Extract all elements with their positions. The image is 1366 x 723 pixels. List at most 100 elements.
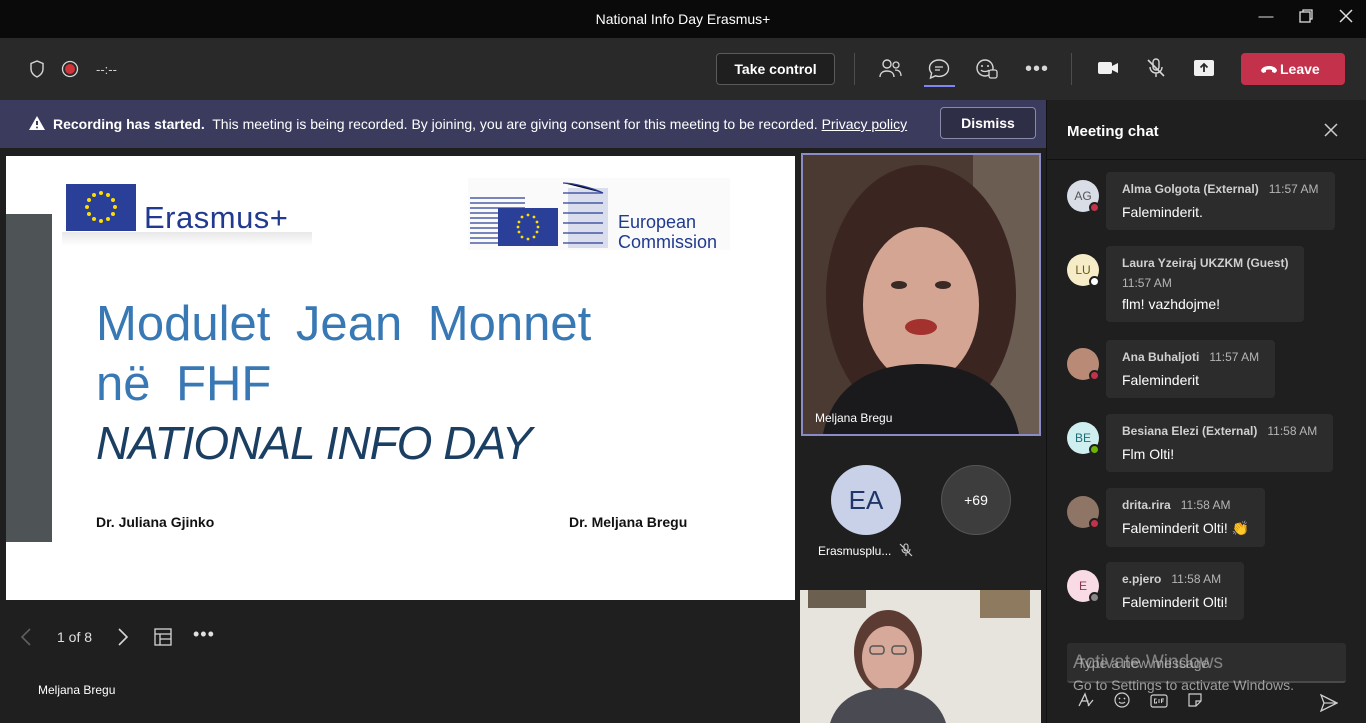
leave-label: Leave [1280,61,1320,77]
participant-mic-muted-icon [899,543,913,562]
close-chat-icon[interactable] [1324,120,1338,143]
meeting-chat-panel: Meeting chat AG Alma Golgota (External) 11… [1046,100,1366,723]
activate-windows-watermark: Activate Windows [1073,652,1223,673]
european-commission-logo: European Commission [468,178,730,252]
ec-text-line2: Commission [618,232,718,252]
participant-avatar[interactable]: EA [831,465,901,535]
participant-video-image-2 [800,590,1041,723]
presence-status-icon [1089,202,1100,213]
shield-icon[interactable] [29,60,45,83]
warning-icon [28,115,46,134]
previous-slide-icon[interactable] [20,628,32,649]
more-participants-button[interactable]: +69 [941,465,1011,535]
chat-header: Meeting chat [1047,100,1366,160]
format-icon[interactable] [1070,692,1102,711]
chat-sender-name: e.pjero [1122,572,1162,586]
participant-avatar-name: Erasmusplu... [818,544,892,558]
slide-navigation: 1 of 8 ••• [0,618,800,658]
slide-title-line3: NATIONAL INFO DAY [96,417,532,469]
window-title: National Info Day Erasmus+ [595,11,771,27]
participants-icon[interactable] [879,58,903,85]
gif-icon[interactable] [1143,694,1175,711]
presenter-name: Meljana Bregu [38,683,116,697]
chat-timestamp: 11:57 AM [1122,276,1172,290]
chat-message-text: flm! vazhdojme! [1122,296,1221,312]
chat-bubble: drita.rira 11:58 AM Faleminderit Olti! 👏 [1106,488,1266,547]
close-window-icon[interactable] [1335,8,1357,30]
chat-timestamp: 11:57 AM [1209,350,1260,364]
chat-bubble: Ana Buhaljoti 11:57 AM Faleminderit [1106,340,1276,398]
mic-muted-icon[interactable] [1145,57,1167,84]
privacy-policy-link[interactable]: Privacy policy [822,116,908,132]
chat-bubble: Laura Yzeiraj UKZKM (Guest) 11:57 AM flm! … [1106,246,1305,322]
participant-video-name: Meljana Bregu [815,411,893,425]
camera-icon[interactable] [1097,60,1119,81]
chat-timestamp: 11:57 AM [1268,182,1319,196]
toolbar-divider [1071,53,1072,85]
chat-message-header: Alma Golgota (External) 11:57 AM [1122,180,1319,198]
chat-bubble: Besiana Elezi (External) 11:58 AM Flm Olti… [1106,414,1334,472]
eu-flag-logo [66,184,136,231]
chat-message-text: Flm Olti! [1122,446,1175,462]
slide-title-line2: në FHF [96,357,272,411]
participant-video-tile[interactable]: Meljana Bregu [801,153,1041,436]
chat-message-header: e.pjero 11:58 AM [1122,570,1228,588]
recording-icon [61,60,79,83]
presence-status-icon [1089,276,1100,287]
chat-icon[interactable] [927,58,951,85]
chat-sender-name: drita.rira [1122,498,1171,512]
chat-title: Meeting chat [1067,123,1159,140]
activate-windows-hint: Go to Settings to activate Windows. [1073,677,1294,693]
chat-message-header: Besiana Elezi (External) 11:58 AM [1122,422,1317,440]
chat-message-header: Laura Yzeiraj UKZKM (Guest) 11:57 AM [1122,254,1288,290]
european-commission-text: European Commission [618,212,717,252]
meeting-timer: --:-- [96,62,117,77]
chat-timestamp: 11:58 AM [1267,424,1318,438]
slide-sidebar-band [6,214,52,542]
dismiss-button[interactable]: Dismiss [940,107,1036,139]
reactions-icon[interactable] [975,58,999,85]
toolbar-divider [854,53,855,85]
ec-text-line1: European [618,212,697,232]
minimize-icon[interactable]: — [1255,8,1277,30]
chat-sender-name: Laura Yzeiraj UKZKM (Guest) [1122,256,1289,270]
next-slide-icon[interactable] [117,628,129,649]
chat-message-text: Faleminderit Olti! 👏 [1122,520,1250,536]
maximize-icon[interactable] [1295,8,1317,30]
erasmus-logo-text: Erasmus+ [144,200,289,235]
content-stage: Erasmus+ European Commission Modulet Jea… [0,148,800,723]
chat-sender-name: Alma Golgota (External) [1122,182,1259,196]
banner-message: This meeting is being recorded. By joini… [212,116,818,132]
chat-message-header: Ana Buhaljoti 11:57 AM [1122,348,1259,366]
take-control-button[interactable]: Take control [716,53,835,85]
chat-timestamp: 11:58 AM [1180,498,1231,512]
hang-up-icon [1259,53,1279,96]
presence-status-icon [1089,444,1100,455]
slide-title-line1: Modulet Jean Monnet [96,297,592,351]
more-options-icon[interactable]: ••• [1025,58,1049,81]
leave-button[interactable]: Leave [1241,53,1345,85]
chat-bubble: Alma Golgota (External) 11:57 AM Faleminde… [1106,172,1335,230]
banner-title: Recording has started. [53,116,205,132]
chat-active-indicator [924,85,955,87]
logo-shadow [62,232,312,246]
participant-video-image [803,155,1039,434]
presentation-slide: Erasmus+ European Commission Modulet Jea… [6,156,795,600]
grid-view-icon[interactable] [153,627,173,650]
slide-more-options-icon[interactable]: ••• [193,624,215,645]
participant-video-tile-2[interactable] [800,590,1041,723]
emoji-icon[interactable] [1106,692,1138,711]
slide-author-left: Dr. Juliana Gjinko [96,514,215,530]
chat-message-text: Faleminderit. [1122,204,1203,220]
compose-toolbar [1070,692,1211,716]
chat-timestamp: 11:58 AM [1171,572,1222,586]
send-icon[interactable] [1319,693,1339,717]
chat-bubble: e.pjero 11:58 AM Faleminderit Olti! [1106,562,1244,620]
chat-sender-name: Ana Buhaljoti [1122,350,1200,364]
recording-banner: Recording has started. This meeting is b… [0,100,1046,148]
presence-status-icon [1089,518,1100,529]
sticker-icon[interactable] [1179,692,1211,711]
presence-status-icon [1089,592,1100,603]
chat-sender-name: Besiana Elezi (External) [1122,424,1258,438]
share-screen-icon[interactable] [1193,59,1215,82]
